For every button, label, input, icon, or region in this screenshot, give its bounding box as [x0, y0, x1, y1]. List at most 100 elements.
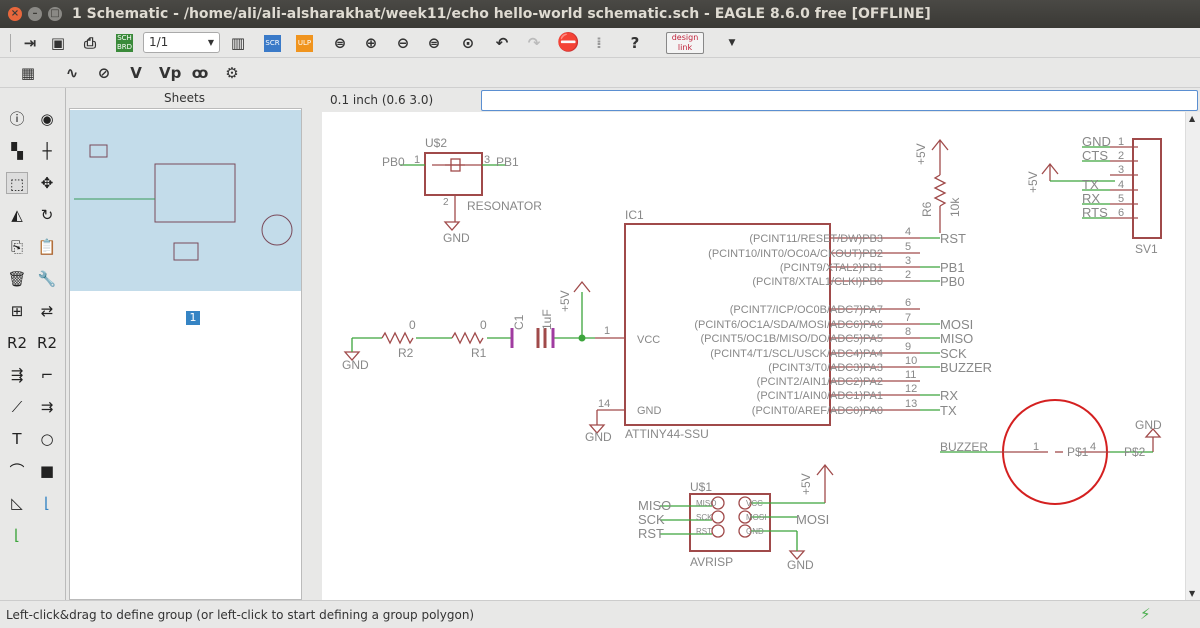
redo-icon[interactable]: ↷ — [524, 33, 544, 53]
net-miso: MISO — [638, 498, 671, 513]
main-toolbar: ⇥ ▣ ⎙ SCH BRD 1/1 ▼ ▥ SCR ULP ⊜ ⊕ ⊖ ⊜ ⊙ ↶… — [0, 28, 1200, 58]
zoom-out-icon[interactable]: ⊖ — [393, 33, 413, 53]
sheets-title: Sheets — [164, 91, 205, 105]
add-tool-icon[interactable]: ⊞ — [6, 300, 28, 322]
paste-tool-icon[interactable]: 📋 — [36, 236, 58, 258]
ic1-pin-number: 5 — [905, 241, 911, 253]
secondary-toolbar: ▦ ∿ ⊘ V Vp ꝏ ⚙ — [0, 58, 1200, 88]
ic1-pin-number: 7 — [905, 312, 911, 324]
zoom-redraw-icon[interactable]: ⊜ — [424, 33, 444, 53]
smash-tool-icon[interactable]: ⇶ — [6, 364, 28, 386]
replace-tool-icon[interactable]: ⇄ — [36, 300, 58, 322]
stop-icon[interactable]: ⛔ — [557, 33, 579, 53]
optimize-tool-icon[interactable]: ⇉ — [36, 396, 58, 418]
page-select[interactable]: 1/1 ▼ — [143, 32, 220, 53]
save-icon[interactable]: ▣ — [48, 33, 68, 53]
sv1-pin-number: 6 — [1118, 207, 1124, 219]
value-tool-icon[interactable]: R2 — [36, 332, 58, 354]
mark-tool-icon[interactable]: ┼ — [36, 140, 58, 162]
net-tool-icon[interactable]: ⌊ — [36, 492, 58, 514]
script-button[interactable]: SCR — [264, 35, 281, 52]
undo-icon[interactable]: ↶ — [492, 33, 512, 53]
zoom-in-icon[interactable]: ⊕ — [361, 33, 381, 53]
resonator-pin3: 3 — [484, 154, 490, 166]
ulp-button[interactable]: ULP — [296, 35, 313, 52]
net-label: MOSI — [940, 317, 973, 332]
value-pin-button[interactable]: Vp — [159, 63, 181, 83]
open-icon[interactable]: ⇥ — [20, 33, 40, 53]
command-input[interactable] — [481, 90, 1198, 111]
net-pb0: PB0 — [382, 155, 405, 169]
r6-name: R6 — [920, 201, 934, 217]
net-icon[interactable]: ∿ — [62, 63, 82, 83]
net-label: PB1 — [940, 260, 965, 275]
p5v-label: +5V — [1026, 171, 1040, 193]
info-tool-icon[interactable]: ⓘ — [6, 108, 28, 130]
rect-tool-icon[interactable]: ■ — [36, 460, 58, 482]
net-label: GND — [1082, 134, 1111, 149]
rotate-tool-icon[interactable]: ↻ — [36, 204, 58, 226]
zoom-fit-icon[interactable]: ⊜ — [330, 33, 350, 53]
gnd-label: GND — [1135, 418, 1162, 432]
design-link-button[interactable]: design link — [666, 32, 704, 54]
group-tool-icon[interactable]: ⬚ — [6, 172, 28, 194]
bus-tool-icon[interactable]: ⌊ — [6, 524, 28, 546]
maximize-button[interactable]: □ — [48, 7, 62, 21]
grid-icon[interactable]: ▦ — [18, 63, 38, 83]
go-icon[interactable]: ⁞ — [589, 33, 609, 53]
print-icon[interactable]: ⎙ — [80, 33, 100, 53]
name-tool-icon[interactable]: R2 — [6, 332, 28, 354]
net-sck: SCK — [638, 512, 665, 527]
net-label: RX — [940, 388, 958, 403]
miter-tool-icon[interactable]: ⌐ — [36, 364, 58, 386]
circle-tool-icon[interactable]: ○ — [36, 428, 58, 450]
minimize-button[interactable]: – — [28, 7, 42, 21]
resonator-pin1: 1 — [414, 154, 420, 166]
sv1-body — [1132, 138, 1162, 239]
net-pb1: PB1 — [496, 155, 519, 169]
sv1-pin-number: 4 — [1118, 179, 1124, 191]
net-label: RX — [1082, 191, 1100, 206]
move-tool-icon[interactable]: ✥ — [36, 172, 58, 194]
change-tool-icon[interactable]: 🔧 — [36, 268, 58, 290]
zoom-select-icon[interactable]: ⊙ — [458, 33, 478, 53]
value-button[interactable]: V — [126, 63, 146, 83]
add-net-icon[interactable]: ꝏ — [190, 63, 210, 83]
buzzer-p2-label: P$2 — [1124, 445, 1146, 459]
settings-gear-icon[interactable]: ⚙ — [222, 63, 242, 83]
vertical-scrollbar[interactable]: ▲ ▼ — [1185, 112, 1200, 600]
pad-label: GND — [746, 527, 764, 536]
arc-tool-icon[interactable]: ⌒ — [6, 460, 28, 482]
display-layers-tool-icon[interactable]: ▚ — [6, 140, 28, 162]
sch-brd-switch-button[interactable]: SCH BRD — [116, 34, 133, 52]
mirror-tool-icon[interactable]: ◭ — [6, 204, 28, 226]
show-tool-icon[interactable]: ◉ — [36, 108, 58, 130]
help-icon[interactable]: ? — [625, 33, 645, 53]
chevron-down-icon: ▼ — [207, 38, 214, 47]
sheets-panel: Sheets 1 — [67, 88, 302, 600]
copy-tool-icon[interactable]: ⎘ — [6, 236, 28, 258]
pad-label: SCK — [696, 513, 713, 522]
schematic-canvas[interactable]: (PCINT11/RESET/DW)PB3 4 RST (PCINT10/INT0/O… — [322, 112, 1185, 600]
coordinate-bar: 0.1 inch (0.6 3.0) — [322, 88, 1200, 112]
close-button[interactable]: × — [8, 7, 22, 21]
p5v-label: +5V — [799, 473, 813, 495]
split-tool-icon[interactable]: ⟋ — [6, 396, 28, 418]
ic1-pin-name: (PCINT0/AREF/ADC0)PA0 — [752, 405, 883, 417]
delete-tool-icon[interactable]: 🗑 — [6, 268, 28, 290]
polygon-tool-icon[interactable]: ◺ — [6, 492, 28, 514]
ic1-pin-number: 2 — [905, 269, 911, 281]
ic1-pin-name: (PCINT5/OC1B/MISO/DO/ADC5)PA5 — [700, 333, 883, 345]
layers-icon[interactable]: ▥ — [228, 33, 248, 53]
ic1-pin-number: 11 — [905, 369, 916, 381]
sheet-thumbnail[interactable] — [70, 110, 301, 291]
resonator-pin2: 2 — [443, 197, 449, 208]
net-label: PB0 — [940, 274, 965, 289]
chevron-down-icon[interactable]: ▼ — [722, 33, 742, 53]
pad-label: VCC — [746, 499, 763, 508]
show-icon[interactable]: ⊘ — [94, 63, 114, 83]
text-tool-icon[interactable]: T — [6, 428, 28, 450]
ic1-pin-name: (PCINT10/INT0/OC0A/CKOUT)PB2 — [708, 248, 883, 260]
sheet-1[interactable]: 1 — [186, 311, 200, 325]
ic1-pin-name: (PCINT9/XTAL2)PB1 — [780, 262, 883, 274]
